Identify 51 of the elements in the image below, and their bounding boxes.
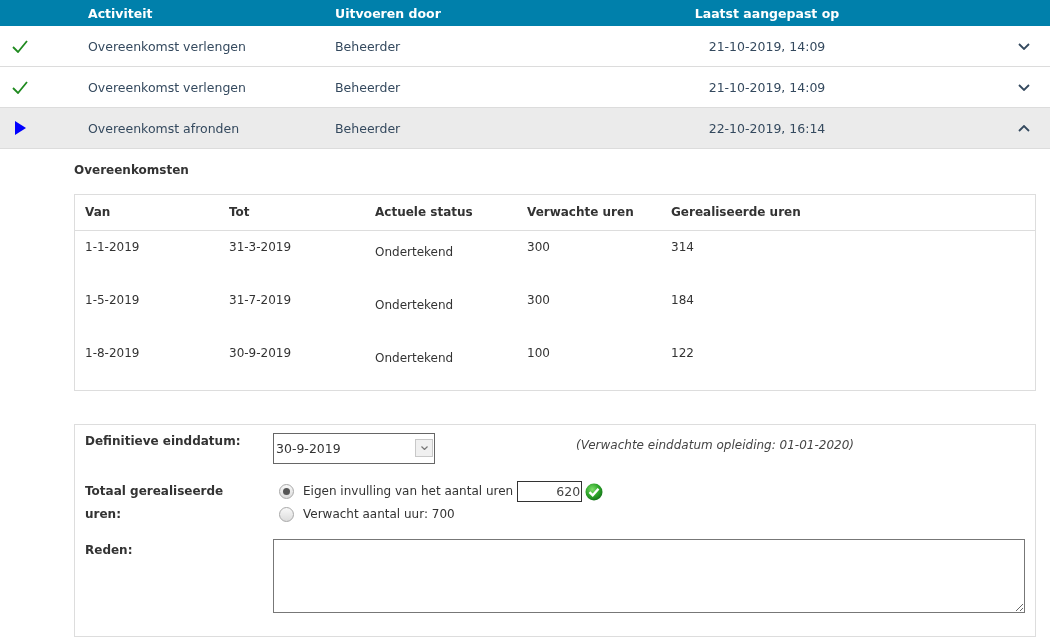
table-cell: 300 (527, 293, 550, 308)
column-header: Uitvoeren door (335, 5, 441, 21)
table-cell: 1-5-2019 (85, 293, 140, 308)
table-cell: 22-10-2019, 16:14 (708, 120, 826, 136)
chevron-up-icon[interactable] (1018, 124, 1030, 132)
table-cell: 314 (671, 240, 694, 255)
table-cell: 31-3-2019 (229, 240, 292, 255)
play-icon (15, 121, 26, 135)
table-cell: 1-1-2019 (85, 240, 140, 255)
column-header: Verwachte uren (527, 205, 634, 220)
table-cell: Beheerder (335, 79, 401, 95)
table-cell: Overeenkomst afronden (88, 120, 240, 136)
table-cell: Overeenkomst verlengen (88, 79, 246, 95)
table-cell: Ondertekend (375, 298, 454, 313)
table-cell: Beheerder (335, 120, 401, 136)
table-cell: Ondertekend (375, 351, 454, 366)
column-header: Actuele status (375, 205, 473, 220)
hint-text: (Verwachte einddatum opleiding: 01-01-2020) (576, 437, 854, 454)
caret-icon (420, 446, 428, 450)
column-header: Tot (229, 205, 250, 220)
table-cell: 122 (671, 346, 694, 361)
reason-field[interactable] (273, 539, 1025, 613)
field-label: Totaal gerealiseerde uren: (85, 483, 225, 523)
date-field[interactable]: 30-9-2019 (273, 433, 435, 464)
column-header: Activiteit (88, 5, 153, 21)
chevron-down-icon[interactable] (1018, 42, 1030, 50)
table-cell: Ondertekend (375, 245, 454, 260)
radio-button[interactable] (279, 507, 294, 522)
field-label: Definitieve einddatum: (85, 433, 241, 450)
table-cell: Beheerder (335, 38, 401, 54)
table-cell: 21-10-2019, 14:09 (708, 79, 826, 95)
field-label: Reden: (85, 542, 133, 559)
check-icon (12, 80, 28, 94)
column-header: Gerealiseerde uren (671, 205, 801, 220)
table-cell: 1-8-2019 (85, 346, 140, 361)
table-cell: 31-7-2019 (229, 293, 292, 308)
table-cell: 100 (527, 346, 550, 361)
table-cell: 30-9-2019 (229, 346, 292, 361)
check-icon (12, 39, 28, 53)
section-title: Overeenkomsten (74, 163, 189, 178)
radio-label[interactable]: Verwacht aantal uur: 700 (303, 507, 455, 522)
table-cell: 184 (671, 293, 694, 308)
column-header: Van (85, 205, 111, 220)
table-cell: 21-10-2019, 14:09 (708, 38, 826, 54)
radio-label[interactable]: Eigen invulling van het aantal uren (303, 484, 514, 499)
table-cell: Overeenkomst verlengen (88, 38, 246, 54)
chevron-down-icon[interactable] (1018, 83, 1030, 91)
radio-button[interactable] (279, 484, 294, 499)
hours-field[interactable]: 620 (517, 481, 583, 502)
column-header: Laatst aangepast op (694, 5, 840, 21)
table-cell: 300 (527, 240, 550, 255)
